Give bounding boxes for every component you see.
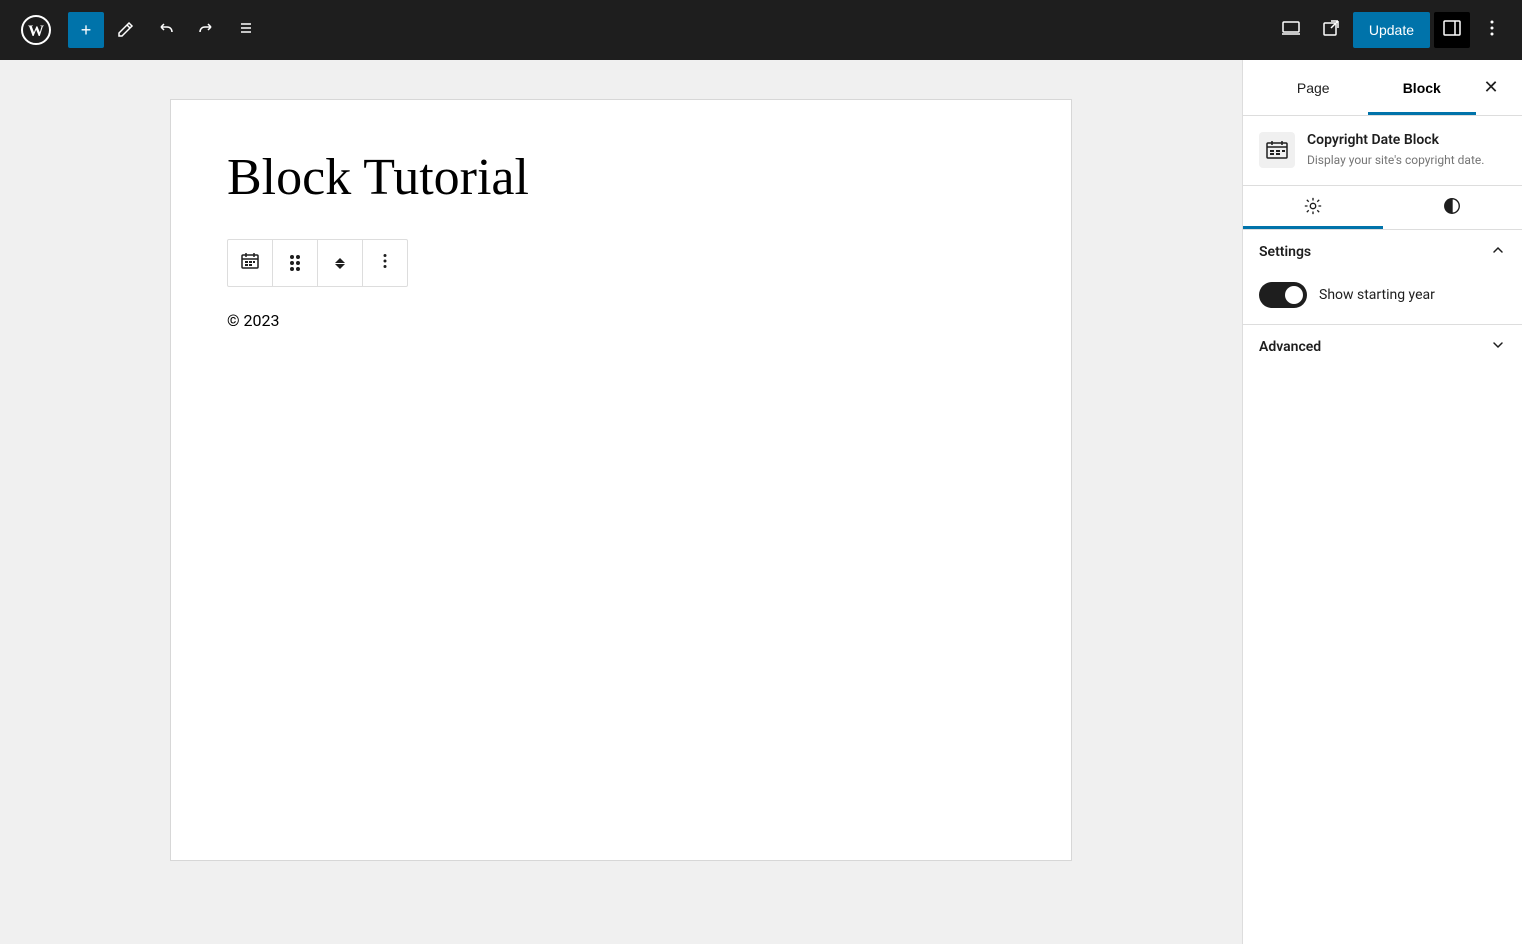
move-block-button[interactable]	[318, 240, 362, 286]
styles-tab-button[interactable]	[1383, 186, 1522, 229]
settings-section: Settings Show starting year	[1243, 230, 1522, 325]
edit-tool-button[interactable]	[108, 12, 144, 48]
more-options-button[interactable]	[1474, 12, 1510, 48]
move-block-group	[318, 240, 363, 286]
advanced-section: Advanced	[1243, 325, 1522, 369]
sidebar-tabs: Page Block ✕	[1243, 60, 1522, 116]
redo-icon	[197, 19, 215, 42]
laptop-icon	[1281, 18, 1301, 43]
calendar-icon	[240, 251, 260, 276]
undo-button[interactable]	[148, 12, 184, 48]
close-sidebar-button[interactable]: ✕	[1476, 73, 1506, 103]
list-view-button[interactable]	[228, 12, 264, 48]
edit-icon	[117, 19, 135, 42]
undo-icon	[157, 19, 175, 42]
block-name-label: Copyright Date Block	[1307, 132, 1484, 148]
list-view-icon	[237, 19, 255, 42]
drag-handle-group	[273, 240, 318, 286]
update-button[interactable]: Update	[1353, 12, 1430, 48]
sidebar-icon	[1442, 18, 1462, 43]
block-toolbar	[227, 239, 408, 287]
show-starting-year-row: Show starting year	[1259, 282, 1506, 308]
block-info: Copyright Date Block Display your site's…	[1243, 116, 1522, 186]
settings-collapse-icon	[1490, 242, 1506, 262]
top-toolbar: W +	[0, 0, 1522, 60]
contrast-icon	[1442, 196, 1462, 219]
drag-handle-button[interactable]	[273, 240, 317, 286]
settings-header-label: Settings	[1259, 244, 1311, 260]
preview-laptop-button[interactable]	[1273, 12, 1309, 48]
close-icon: ✕	[1483, 77, 1498, 98]
settings-tab-button[interactable]	[1243, 186, 1383, 229]
show-starting-year-toggle[interactable]	[1259, 282, 1307, 308]
settings-header[interactable]: Settings	[1243, 230, 1522, 274]
plus-icon: +	[81, 20, 92, 41]
spinner-icon	[335, 258, 345, 269]
add-block-button[interactable]: +	[68, 12, 104, 48]
block-type-group	[228, 240, 273, 286]
sidebar-toggle-button[interactable]	[1434, 12, 1470, 48]
svg-text:W: W	[28, 23, 44, 40]
block-icon	[1259, 132, 1295, 168]
block-info-text: Copyright Date Block Display your site's…	[1307, 132, 1484, 169]
advanced-label: Advanced	[1259, 339, 1321, 355]
show-starting-year-label: Show starting year	[1319, 287, 1435, 303]
block-more-group	[363, 240, 407, 286]
wp-logo: W	[12, 0, 60, 60]
external-link-icon	[1321, 18, 1341, 43]
toolbar-right: Update	[1273, 12, 1510, 48]
gear-icon	[1303, 196, 1323, 219]
copyright-text: © 2023	[227, 311, 1015, 330]
block-more-button[interactable]	[363, 240, 407, 286]
drag-dots-icon	[290, 255, 300, 271]
page-title: Block Tutorial	[227, 148, 1015, 207]
more-icon	[1482, 18, 1502, 43]
view-site-button[interactable]	[1313, 12, 1349, 48]
editor-content: Block Tutorial	[171, 100, 1071, 860]
tab-block[interactable]: Block	[1368, 60, 1477, 115]
advanced-expand-icon	[1490, 337, 1506, 357]
tab-page[interactable]: Page	[1259, 60, 1368, 115]
block-type-button[interactable]	[228, 240, 272, 286]
block-desc-label: Display your site's copyright date.	[1307, 152, 1484, 169]
editor-area: Block Tutorial	[0, 60, 1242, 944]
redo-button[interactable]	[188, 12, 224, 48]
settings-content: Show starting year	[1243, 274, 1522, 324]
main-layout: Block Tutorial	[0, 60, 1522, 944]
sidebar: Page Block ✕	[1242, 60, 1522, 944]
advanced-header[interactable]: Advanced	[1243, 325, 1522, 369]
style-tabs	[1243, 186, 1522, 230]
block-more-icon	[377, 253, 393, 274]
